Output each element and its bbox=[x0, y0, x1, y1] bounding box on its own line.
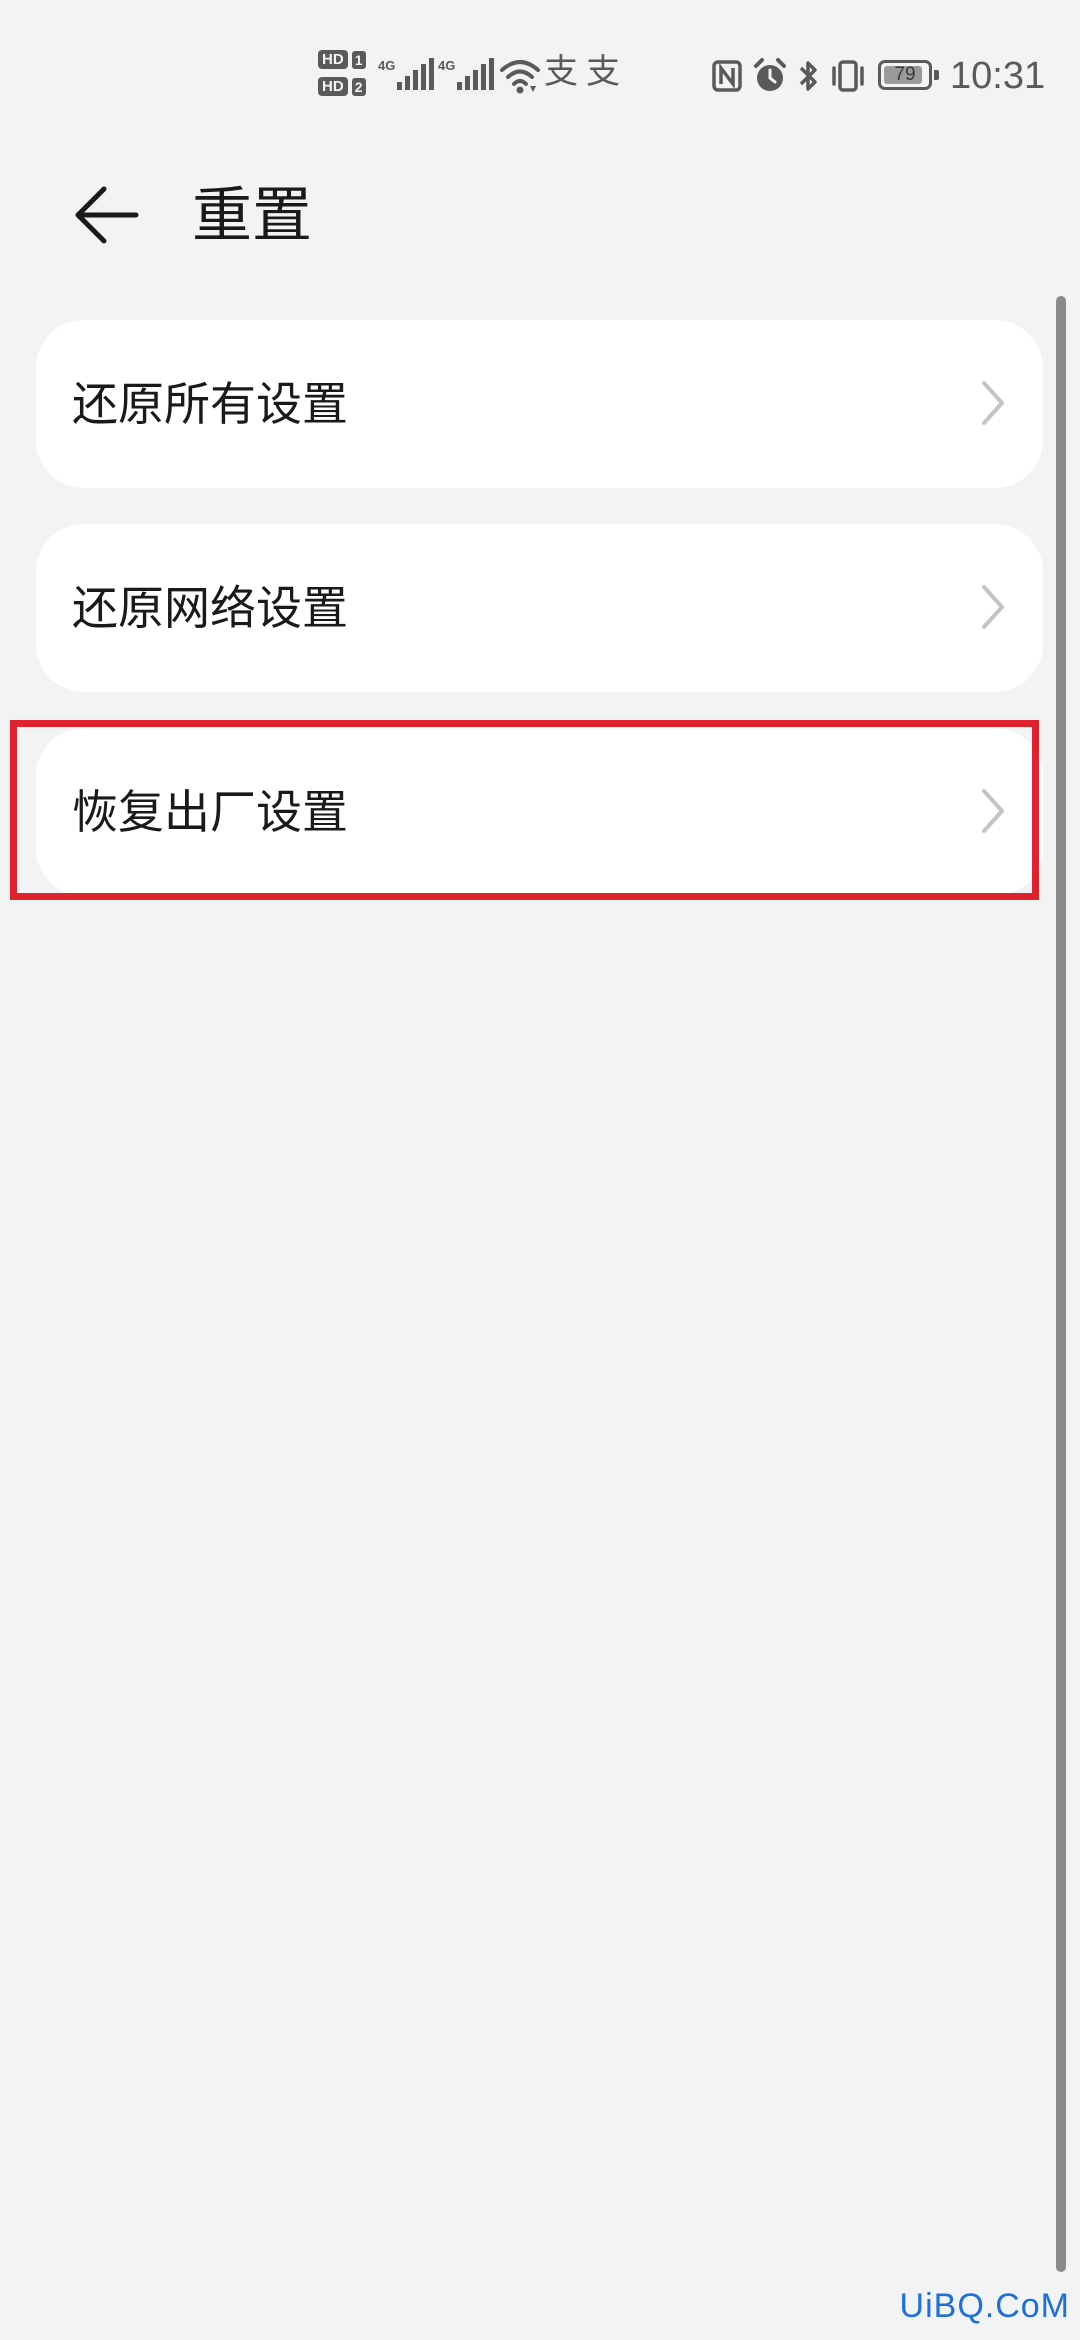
sim-1-indicator: HD 1 bbox=[318, 50, 366, 69]
sim-indicators: HD 1 HD 2 bbox=[318, 50, 366, 96]
chevron-right-icon bbox=[982, 789, 1004, 833]
network-type-2: 4G bbox=[438, 58, 456, 73]
list-item-label: 还原所有设置 bbox=[72, 377, 348, 431]
hd-badge-icon: HD bbox=[318, 50, 348, 69]
alipay-icon: 支 bbox=[586, 52, 620, 92]
battery-icon: 79 bbox=[878, 60, 939, 90]
signal-icon: 4G bbox=[378, 58, 435, 90]
sim-2-number: 2 bbox=[351, 77, 366, 96]
chevron-right-icon bbox=[982, 585, 1004, 629]
alipay-icon: 支 bbox=[544, 52, 578, 92]
sim-1-number: 1 bbox=[351, 50, 366, 69]
bluetooth-icon bbox=[799, 61, 817, 91]
list-item-label: 还原网络设置 bbox=[72, 581, 348, 635]
chevron-right-icon bbox=[982, 381, 1004, 425]
nfc-icon bbox=[712, 60, 742, 92]
reset-options-list: 还原所有设置 还原网络设置 恢复出厂设置 bbox=[36, 320, 1043, 932]
signal-icon: 4G bbox=[438, 58, 495, 90]
alarm-icon bbox=[754, 58, 786, 91]
watermark: UiBQ.CoM bbox=[899, 2287, 1070, 2325]
scrollbar[interactable] bbox=[1056, 296, 1066, 2272]
reset-network-settings-item[interactable]: 还原网络设置 bbox=[36, 524, 1043, 692]
factory-reset-item[interactable]: 恢复出厂设置 bbox=[36, 728, 1043, 896]
hd-badge-icon: HD bbox=[318, 77, 348, 96]
arrow-left-icon bbox=[75, 186, 139, 244]
battery-level: 79 bbox=[894, 64, 916, 85]
reset-all-settings-item[interactable]: 还原所有设置 bbox=[36, 320, 1043, 488]
list-item-label: 恢复出厂设置 bbox=[72, 785, 348, 839]
back-button[interactable] bbox=[64, 172, 150, 258]
network-type-1: 4G bbox=[378, 58, 396, 73]
status-bar: HD 1 HD 2 4G 4G 支 支 79 10:31 bbox=[0, 0, 1080, 150]
wifi-icon bbox=[500, 60, 540, 94]
sim-2-indicator: HD 2 bbox=[318, 77, 366, 96]
page-title: 重置 bbox=[192, 181, 312, 251]
vibrate-icon bbox=[832, 60, 864, 92]
status-clock: 10:31 bbox=[950, 55, 1046, 97]
